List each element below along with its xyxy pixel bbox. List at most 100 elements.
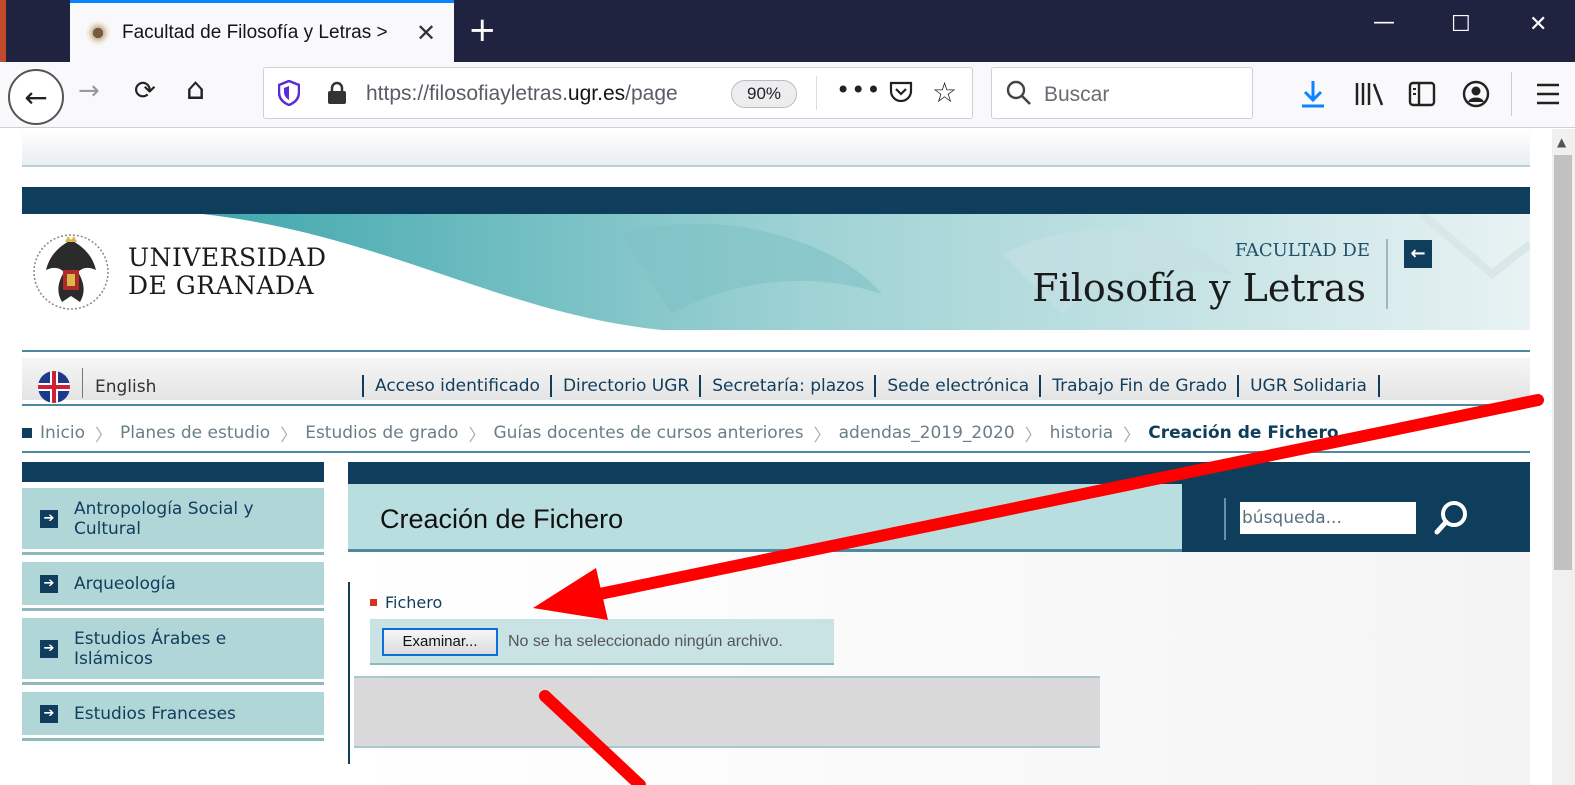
top-link-secretaria[interactable]: Secretaría: plazos: [699, 375, 874, 397]
site-search-divider: [1224, 498, 1226, 540]
breadcrumb-item[interactable]: Planes de estudio: [120, 423, 270, 443]
navigation-toolbar: ← → ⟳ ⌂ https://filosofiayletras.ugr.es/…: [0, 62, 1575, 128]
uk-flag-icon[interactable]: [38, 371, 70, 403]
arrow-right-icon: ➔: [40, 509, 58, 528]
sidebar-cap: [22, 462, 324, 482]
site-search-input[interactable]: [1240, 502, 1416, 534]
search-icon: [1006, 80, 1031, 105]
zoom-level-badge[interactable]: 90%: [731, 80, 797, 108]
breadcrumb-separator-icon: 〉: [1123, 425, 1141, 446]
main-top-band: [348, 462, 1530, 484]
header-dark-bar: [22, 187, 1530, 214]
toolbar-separator: [1511, 72, 1512, 116]
sidebar-item-label: Arqueología: [74, 573, 176, 594]
breadcrumb-separator-icon: 〉: [280, 425, 298, 446]
form-left-rule: [348, 582, 350, 764]
language-link-english[interactable]: English: [95, 377, 156, 397]
breadcrumb-item[interactable]: adendas_2019_2020: [839, 423, 1015, 443]
sidebar-item-estudios-franceses[interactable]: ➔ Estudios Franceses: [22, 692, 324, 738]
sidebar-item-label: Antropología Social y Cultural: [74, 498, 254, 539]
breadcrumb: Inicio 〉 Planes de estudio 〉 Estudios de g…: [22, 415, 1530, 453]
breadcrumb-item[interactable]: Estudios de grado: [305, 423, 458, 443]
breadcrumb-separator-icon: 〉: [468, 425, 486, 446]
arrow-right-icon: ➔: [40, 574, 58, 593]
top-link-tfg[interactable]: Trabajo Fin de Grado: [1039, 375, 1237, 397]
minimize-button[interactable]: —: [1373, 10, 1395, 35]
language-separator: [82, 368, 83, 398]
sidebar-item-label: Estudios Franceses: [74, 703, 236, 724]
breadcrumb-item[interactable]: Guías docentes de cursos anteriores: [493, 423, 803, 443]
site-search: [1182, 484, 1530, 552]
browser-tab-active[interactable]: Facultad de Filosofía y Letras > ✕: [70, 0, 454, 62]
fichero-label: Fichero: [370, 593, 442, 612]
sidebar-item-antropologia[interactable]: ➔ Antropología Social y Cultural: [22, 488, 324, 552]
page-actions-menu-icon[interactable]: •••: [836, 76, 881, 104]
close-tab-icon[interactable]: ✕: [416, 19, 436, 47]
breadcrumb-item[interactable]: Inicio: [40, 423, 85, 443]
sidebar-item-label: Estudios Árabes e Islámicos: [74, 628, 227, 669]
faculty-divider: [1386, 239, 1388, 309]
page-top-strip: [22, 129, 1530, 167]
university-name[interactable]: UNIVERSIDAD DE GRANADA: [128, 244, 327, 300]
top-link-directorio[interactable]: Directorio UGR: [549, 375, 699, 397]
browse-file-button[interactable]: Examinar...: [382, 628, 498, 656]
arrow-right-icon: ➔: [40, 639, 58, 658]
page-title: Creación de Fichero: [380, 504, 624, 534]
web-page: UNIVERSIDAD DE GRANADA FACULTAD DE Filos…: [0, 129, 1552, 785]
browser-search-placeholder: Buscar: [1044, 83, 1110, 106]
faculty-banner: UNIVERSIDAD DE GRANADA FACULTAD DE Filos…: [22, 214, 1530, 330]
back-button[interactable]: ←: [8, 69, 64, 125]
tab-title: Facultad de Filosofía y Letras >: [122, 21, 388, 43]
download-icon[interactable]: [1300, 79, 1326, 109]
pocket-icon[interactable]: [888, 79, 914, 105]
sidebar-item-arqueologia[interactable]: ➔ Arqueología: [22, 562, 324, 608]
urlbar-separator: [816, 76, 817, 110]
maximize-button[interactable]: ☐: [1451, 12, 1471, 37]
sidebar-item-estudios-arabes[interactable]: ➔ Estudios Árabes e Islámicos: [22, 618, 324, 682]
home-button[interactable]: ⌂: [186, 72, 205, 107]
top-links-bar: English Acceso identificado Directorio U…: [22, 350, 1530, 406]
ugr-crest-logo-icon: [33, 234, 109, 310]
form-empty-panel: [354, 676, 1100, 748]
breadcrumb-separator-icon: 〉: [813, 425, 831, 446]
forward-button[interactable]: →: [78, 76, 100, 106]
lock-icon[interactable]: [326, 81, 348, 105]
sidebar: ➔ Antropología Social y Cultural ➔ Arque…: [22, 462, 324, 748]
page-scrollbar[interactable]: ▲: [1552, 129, 1575, 785]
tracking-protection-shield-icon[interactable]: [278, 80, 300, 106]
faculty-label-small: FACULTAD DE: [1234, 240, 1370, 261]
url-text[interactable]: https://filosofiayletras.ugr.es/page: [366, 82, 716, 106]
scroll-up-arrow-icon[interactable]: ▲: [1557, 135, 1566, 149]
top-link-sede[interactable]: Sede electrónica: [874, 375, 1039, 397]
scrollbar-thumb[interactable]: [1554, 155, 1572, 570]
top-link-acceso[interactable]: Acceso identificado: [362, 375, 550, 397]
faculty-back-arrow-icon[interactable]: ←: [1404, 240, 1432, 268]
breadcrumb-separator-icon: 〉: [1024, 425, 1042, 446]
library-icon[interactable]: [1354, 81, 1384, 107]
address-bar[interactable]: https://filosofiayletras.ugr.es/page 90%…: [263, 67, 973, 119]
menu-icon[interactable]: [1535, 82, 1561, 106]
faculty-name[interactable]: Filosofía y Letras: [1032, 266, 1366, 310]
reload-button[interactable]: ⟳: [134, 76, 156, 106]
file-input-box: Examinar... No se ha seleccionado ningún…: [370, 619, 834, 665]
sidebar-toggle-icon[interactable]: [1408, 81, 1436, 107]
file-status-text: No se ha seleccionado ningún archivo.: [508, 633, 783, 650]
breadcrumb-item[interactable]: historia: [1050, 423, 1114, 443]
top-links-inner: English Acceso identificado Directorio U…: [22, 358, 1530, 403]
main-content: Creación de Fichero Fichero Examinar... …: [348, 462, 1530, 785]
breadcrumb-current: Creación de Fichero: [1148, 423, 1339, 443]
browser-search-box[interactable]: Buscar: [991, 67, 1253, 119]
account-icon[interactable]: [1462, 80, 1490, 108]
page-title-box: Creación de Fichero: [348, 484, 1182, 552]
new-tab-button[interactable]: +: [468, 10, 497, 50]
bookmark-star-icon[interactable]: ☆: [932, 76, 957, 109]
top-links-list: Acceso identificado Directorio UGR Secre…: [362, 375, 1380, 397]
breadcrumb-bullet-icon: [22, 428, 32, 438]
close-window-button[interactable]: ✕: [1529, 12, 1547, 37]
top-link-solidaria[interactable]: UGR Solidaria: [1237, 375, 1380, 397]
site-search-icon[interactable]: [1432, 498, 1472, 538]
browser-tab-bar: Facultad de Filosofía y Letras > ✕ + — ☐…: [0, 0, 1575, 62]
window-edge: [0, 0, 6, 62]
ugr-favicon-icon: [86, 20, 110, 45]
arrow-right-icon: ➔: [40, 704, 58, 723]
